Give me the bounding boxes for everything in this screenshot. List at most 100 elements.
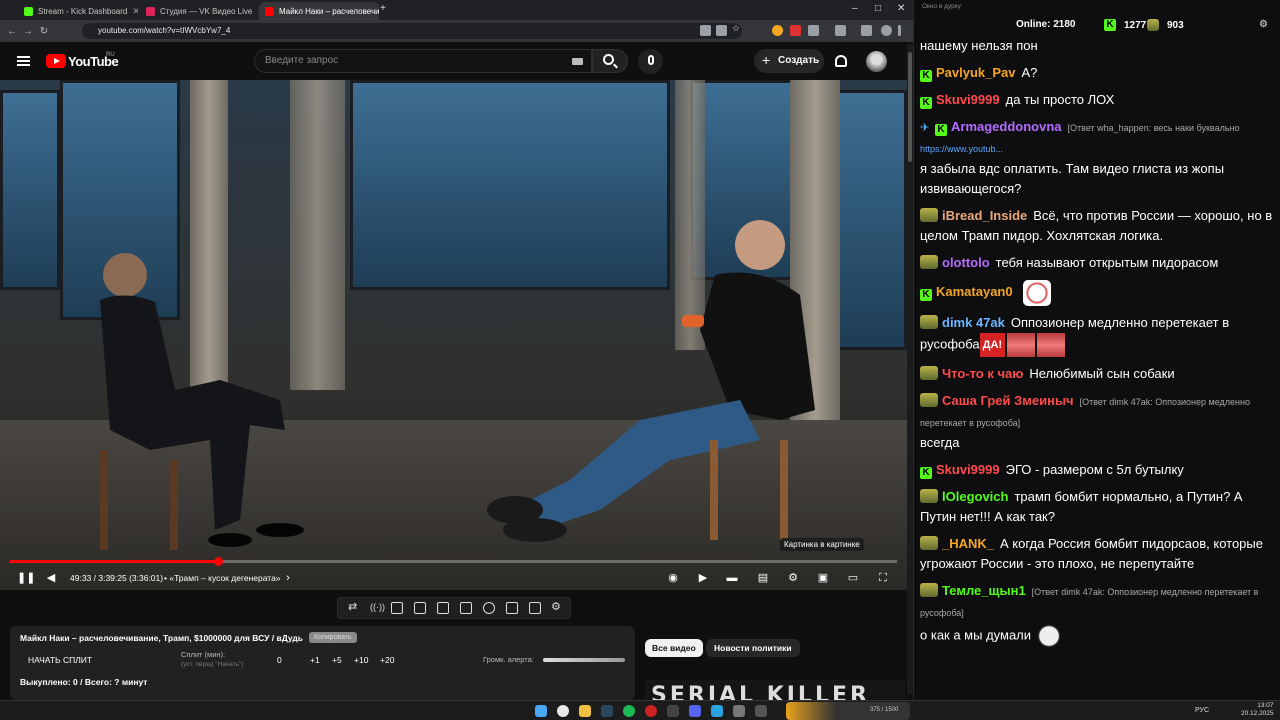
tab-vk-studio[interactable]: Студия — VK Видео Live✕: [140, 2, 260, 20]
scrollbar-thumb[interactable]: [908, 52, 912, 162]
avatar[interactable]: [866, 51, 887, 72]
keyboard-icon[interactable]: [572, 58, 583, 65]
close-window-icon[interactable]: ✕: [897, 3, 905, 14]
language-indicator[interactable]: РУС: [1195, 707, 1209, 714]
autoplay-toggle[interactable]: ▬: [722, 571, 742, 585]
chip-all-videos[interactable]: Все видео: [645, 639, 703, 657]
chat-text: да ты просто ЛОХ: [1005, 92, 1115, 107]
chat-nickname[interactable]: lOlegovich: [942, 489, 1008, 504]
add-20-button[interactable]: +20: [380, 655, 394, 665]
recommended-thumbnail[interactable]: SERIAL KILLER: [645, 680, 905, 700]
hamburger-menu-icon[interactable]: [17, 56, 30, 66]
emote-face-icon: [1022, 280, 1051, 306]
notifications-bell-icon[interactable]: [835, 55, 847, 67]
chrome-icon[interactable]: [557, 705, 569, 717]
clip-icon[interactable]: [414, 602, 426, 614]
loop-icon[interactable]: ⇄: [348, 600, 360, 613]
frames-icon[interactable]: [460, 602, 472, 614]
back-icon[interactable]: ←: [4, 26, 20, 37]
theater-mode-icon[interactable]: ▭: [846, 571, 860, 585]
forward-icon[interactable]: →: [20, 26, 36, 37]
video-player[interactable]: Картинка в картинке ❚❚ ◀ 49:33 / 3:39:25…: [0, 80, 907, 590]
chip-politics-news[interactable]: Новости политики: [706, 639, 800, 657]
vk-badge-icon: [920, 583, 938, 597]
fullscreen-icon[interactable]: ⛶: [876, 571, 890, 585]
more-menu-icon[interactable]: [898, 25, 901, 36]
chat-nickname[interactable]: olottolo: [942, 255, 990, 270]
telegram-icon[interactable]: [711, 705, 723, 717]
split-label: Сплит (мин):: [181, 650, 226, 659]
chat-nickname[interactable]: Skuvi9999: [936, 462, 1000, 477]
profile-icon[interactable]: [861, 25, 872, 36]
extensions-puzzle-icon[interactable]: [808, 25, 819, 36]
copy-button[interactable]: Копировать: [309, 632, 357, 643]
app-icon[interactable]: [645, 705, 657, 717]
volume-icon[interactable]: ◀: [44, 571, 58, 585]
chat-nickname[interactable]: Armageddonovna: [951, 119, 1062, 134]
tab-youtube-video[interactable]: Майкл Наки – расчеловечи...✕: [259, 2, 379, 20]
chat-nickname[interactable]: Pavlyuk_Pav: [936, 65, 1016, 80]
chat-message: Что-то к чаю Нелюбимый сын собаки: [920, 364, 1275, 384]
chat-nickname[interactable]: Kamatayan0: [936, 284, 1013, 299]
sponsor-icon[interactable]: ◉: [666, 571, 680, 585]
explorer-icon[interactable]: [579, 705, 591, 717]
url-field[interactable]: youtube.com/watch?v=tIWVcbYw7_4: [82, 23, 742, 39]
app-icon[interactable]: [755, 705, 767, 717]
add-5-button[interactable]: +5: [332, 655, 342, 665]
discord-icon[interactable]: [689, 705, 701, 717]
close-tab-icon[interactable]: ✕: [132, 6, 138, 17]
reload-icon[interactable]: ↻: [36, 26, 52, 37]
kick-badge-icon: K: [920, 467, 932, 479]
screenshot-icon[interactable]: [391, 602, 403, 614]
cast-icon[interactable]: [716, 25, 727, 36]
gear-icon[interactable]: ⚙: [551, 600, 563, 613]
settings-gear-icon[interactable]: ⚙: [786, 571, 800, 585]
spotify-icon[interactable]: [623, 705, 635, 717]
youtube-logo-icon[interactable]: [46, 54, 66, 68]
account-icon[interactable]: [881, 25, 892, 36]
add-1-button[interactable]: +1: [310, 655, 320, 665]
extension-icon[interactable]: [790, 25, 801, 36]
minimize-icon[interactable]: –: [852, 3, 858, 14]
game-widget[interactable]: 375 / 1500: [786, 702, 910, 720]
chapter-title[interactable]: • «Трамп – кусок дегенерата»: [164, 573, 281, 583]
subtitles-icon[interactable]: ▤: [756, 571, 770, 585]
bookmark-star-icon[interactable]: ☆: [732, 23, 743, 34]
steam-icon[interactable]: [601, 705, 613, 717]
alert-volume-slider[interactable]: [543, 658, 625, 662]
camera-icon[interactable]: [529, 602, 541, 614]
chat-nickname[interactable]: iBread_Inside: [942, 208, 1027, 223]
progress-bar[interactable]: [10, 557, 897, 566]
vk-badge-icon: [920, 315, 938, 329]
download-icon[interactable]: [835, 25, 846, 36]
reply-link[interactable]: https://www.youtub...: [920, 144, 1003, 154]
crop-icon[interactable]: [437, 602, 449, 614]
tab-kick-dashboard[interactable]: Stream - Kick Dashboard ✕: [18, 2, 138, 20]
broadcast-icon[interactable]: ((·)): [370, 602, 385, 614]
picture-in-picture-icon[interactable]: ▣: [816, 571, 830, 585]
clock[interactable]: 13:07 20.12.2025: [1241, 702, 1274, 718]
start-icon[interactable]: [535, 705, 547, 717]
chat-nickname[interactable]: Саша Грей Змеиныч: [942, 393, 1074, 408]
new-tab-icon[interactable]: +: [380, 3, 386, 14]
chat-settings-icon[interactable]: ⚙: [1259, 19, 1268, 30]
chat-nickname[interactable]: dimk 47ak: [942, 315, 1005, 330]
chevron-right-icon[interactable]: ›: [281, 571, 295, 585]
start-split-button[interactable]: НАЧАТЬ СПЛИТ: [28, 655, 92, 665]
chat-nickname[interactable]: Skuvi9999: [936, 92, 1000, 107]
play-next-icon[interactable]: ▶: [696, 571, 710, 585]
pip-tooltip: Картинка в картинке: [780, 538, 864, 551]
chat-nickname[interactable]: _HANK_: [942, 536, 994, 551]
app-icon[interactable]: [733, 705, 745, 717]
app-icon[interactable]: [667, 705, 679, 717]
pause-icon[interactable]: ❚❚: [17, 571, 35, 585]
chat-nickname[interactable]: Темле_щын1: [942, 583, 1026, 598]
add-10-button[interactable]: +10: [354, 655, 368, 665]
add-icon[interactable]: [506, 602, 518, 614]
extension-icon[interactable]: [700, 25, 711, 36]
speed-icon[interactable]: [483, 602, 495, 614]
maximize-icon[interactable]: □: [875, 3, 881, 14]
extension-icon[interactable]: [772, 25, 783, 36]
chat-nickname[interactable]: Что-то к чаю: [942, 366, 1023, 381]
search-input[interactable]: Введите запрос: [254, 49, 592, 73]
